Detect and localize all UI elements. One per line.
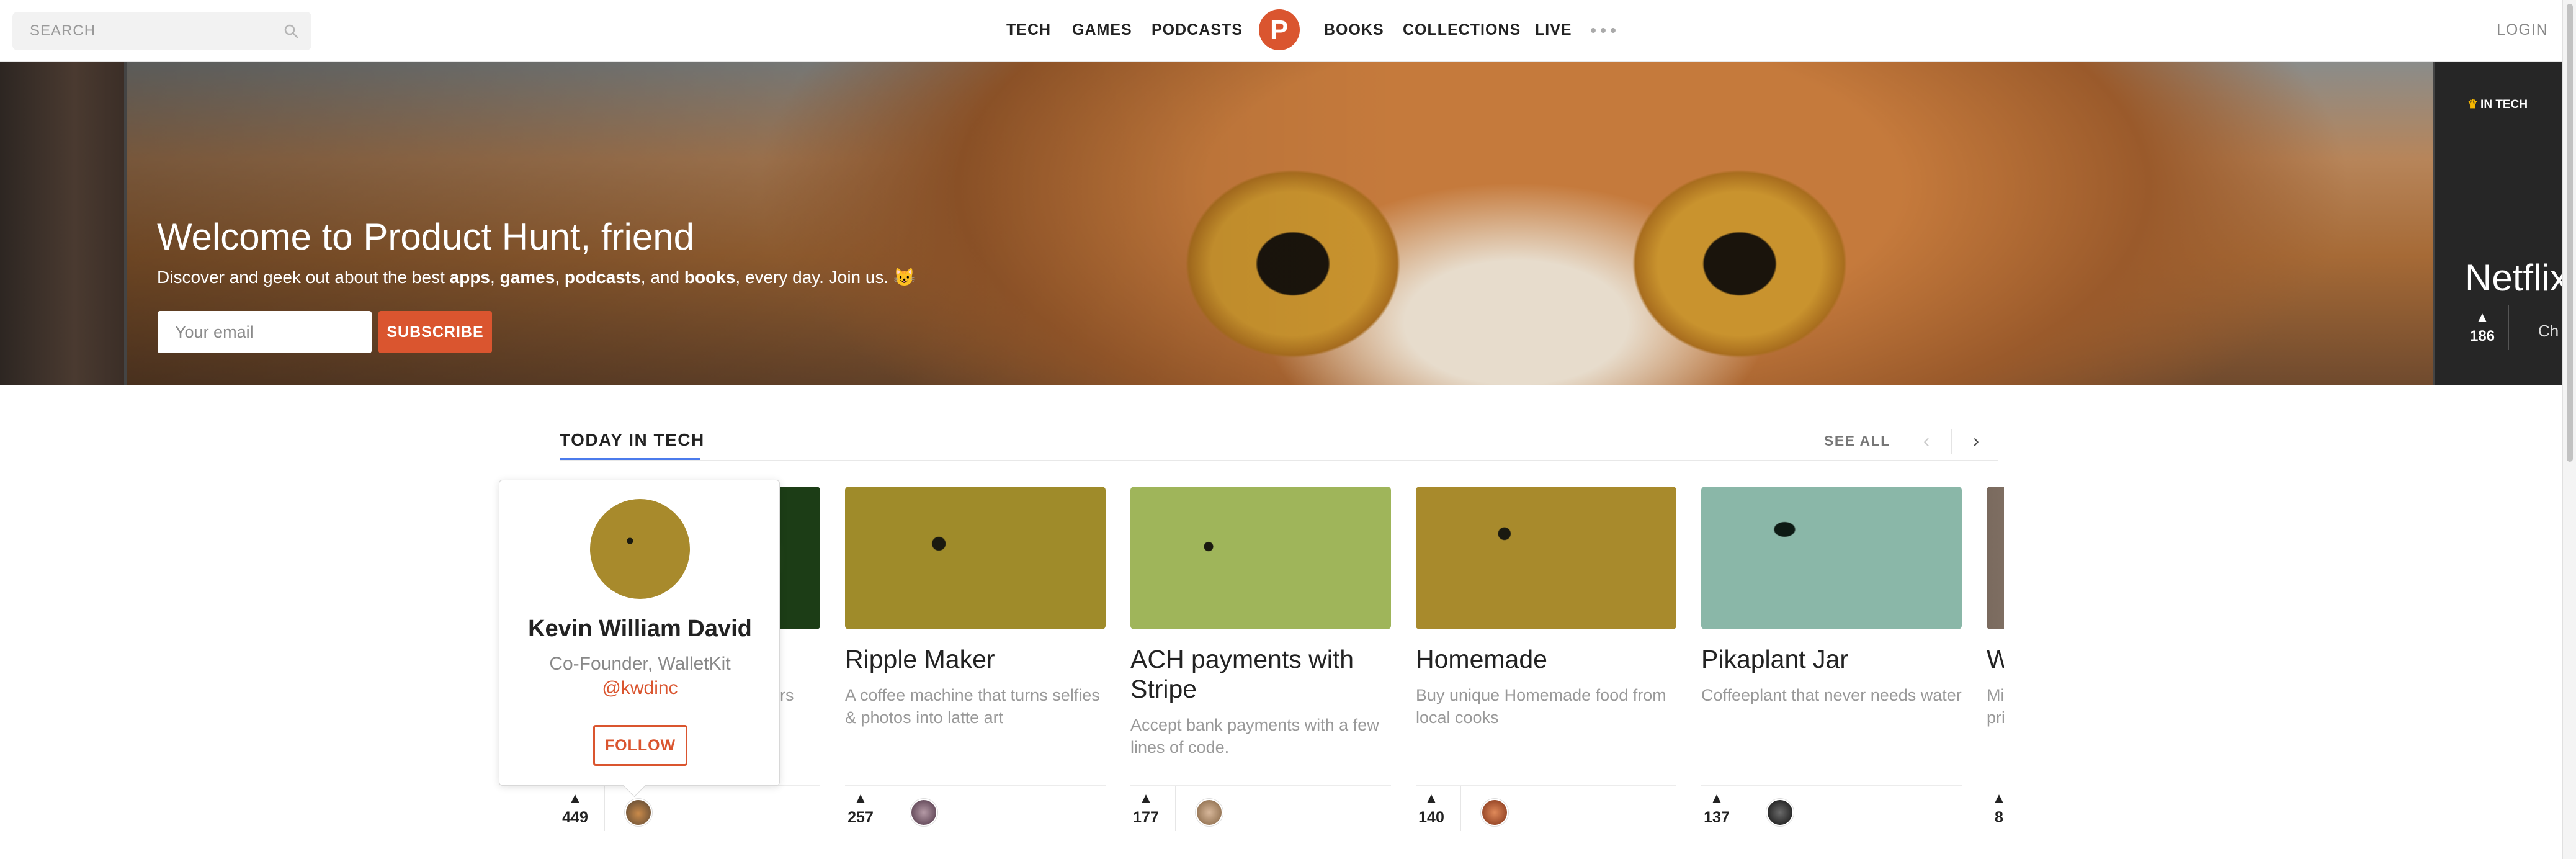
post-name[interactable]: ACH payments with Stripe — [1130, 644, 1391, 704]
avatar[interactable] — [590, 499, 690, 599]
featured-snippet: Ch — [2538, 322, 2559, 340]
upvote-button[interactable]: ▲ 140 — [1416, 791, 1447, 827]
cat-emoji-icon: 😺 — [893, 268, 915, 287]
vote-count: 137 — [1704, 809, 1730, 826]
post-card[interactable]: Homemade Buy unique Homemade food from l… — [1416, 484, 1676, 859]
more-menu-icon[interactable] — [1591, 28, 1618, 34]
post-thumbnail[interactable] — [1416, 487, 1676, 629]
nav-tech[interactable]: TECH — [1006, 21, 1051, 39]
maker-avatar[interactable] — [910, 799, 937, 826]
upvote-button[interactable]: ▲ 137 — [1701, 791, 1732, 827]
category-badge: ♛ IN TECH — [2467, 98, 2528, 111]
maker-avatar[interactable] — [1196, 799, 1223, 826]
post-carousel: ers ▲ 449 Ripple Maker A coffee machine … — [0, 484, 2004, 859]
top-header: TECH GAMES PODCASTS P BOOKS COLLECTIONS … — [0, 0, 2562, 62]
hero-title: Welcome to Product Hunt, friend — [157, 216, 694, 258]
search-box[interactable] — [12, 12, 311, 50]
vote-count: 449 — [562, 809, 588, 826]
upvote-button[interactable]: ▲ 257 — [845, 791, 876, 827]
nav-collections[interactable]: COLLECTIONS — [1403, 21, 1521, 39]
upvote-arrow-icon: ▲ — [1139, 790, 1153, 806]
hero-next-slide[interactable]: ♛ IN TECH Netflix ▲ 186 Ch — [2435, 62, 2562, 385]
page-scrollbar[interactable] — [2562, 0, 2576, 859]
login-link[interactable]: LOGIN — [2497, 21, 2548, 39]
upvote-arrow-icon: ▲ — [1710, 790, 1724, 806]
upvote-button[interactable]: ▲ 186 — [2466, 310, 2498, 345]
upvote-button[interactable]: ▲ 449 — [560, 791, 591, 827]
post-name[interactable]: Homemade — [1416, 644, 1676, 674]
post-card[interactable]: ACH payments with Stripe Accept bank pay… — [1130, 484, 1391, 859]
upvote-button[interactable]: ▲ 8 — [1987, 791, 2004, 827]
post-thumbnail[interactable] — [1701, 487, 1962, 629]
hero-subtitle: Discover and geek out about the best app… — [157, 268, 915, 287]
post-card[interactable]: Pikaplant Jar Coffeeplant that never nee… — [1701, 484, 1962, 859]
product-hunt-logo[interactable]: P — [1259, 9, 1300, 50]
post-card[interactable]: Ripple Maker A coffee machine that turns… — [845, 484, 1106, 859]
maker-avatar[interactable] — [625, 799, 652, 826]
maker-name: Kevin William David — [528, 616, 752, 642]
search-icon[interactable] — [283, 23, 299, 39]
post-description: Accept bank payments with a few lines of… — [1130, 716, 1379, 757]
upvote-arrow-icon: ▲ — [2475, 309, 2489, 325]
upvote-arrow-icon: ▲ — [568, 790, 582, 806]
logo-letter: P — [1270, 15, 1289, 45]
search-input[interactable] — [12, 12, 311, 50]
post-card[interactable]: W Mi pri ▲ 8 — [1987, 484, 2004, 859]
post-thumbnail[interactable] — [845, 487, 1106, 629]
maker-role: Co-Founder, WalletKit — [549, 654, 731, 674]
upvote-arrow-icon: ▲ — [854, 790, 867, 806]
active-tab-underline — [560, 458, 700, 460]
hero-carousel: Welcome to Product Hunt, friend Discover… — [0, 62, 2562, 385]
post-description: Buy unique Homemade food from local cook… — [1416, 686, 1666, 727]
upvote-arrow-icon: ▲ — [1992, 790, 2004, 806]
post-description: Coffeeplant that never needs water — [1701, 686, 1962, 704]
vote-count: 257 — [847, 809, 874, 826]
scrollbar-thumb[interactable] — [2567, 4, 2573, 462]
section-divider — [560, 460, 1998, 461]
post-name[interactable]: Pikaplant Jar — [1701, 644, 1962, 674]
carousel-arrows: ‹ › — [1902, 424, 2001, 459]
post-thumbnail[interactable] — [1987, 487, 2004, 629]
maker-avatar[interactable] — [1481, 799, 1508, 826]
post-thumbnail[interactable] — [1130, 487, 1391, 629]
crown-icon: ♛ — [2467, 98, 2479, 111]
upvote-button[interactable]: ▲ 177 — [1130, 791, 1161, 827]
vote-count: 186 — [2469, 328, 2495, 344]
subscribe-button[interactable]: SUBSCRIBE — [378, 311, 492, 353]
vote-count: 140 — [1418, 809, 1444, 826]
post-description: Mi pri — [1987, 686, 2004, 727]
nav-podcasts[interactable]: PODCASTS — [1152, 21, 1243, 39]
post-name[interactable]: W — [1987, 644, 2004, 674]
email-input[interactable] — [158, 311, 372, 353]
nav-games[interactable]: GAMES — [1072, 21, 1132, 39]
vote-count: 8 — [1995, 809, 2003, 826]
vote-count: 177 — [1133, 809, 1159, 826]
nav-books[interactable]: BOOKS — [1324, 21, 1384, 39]
maker-avatar[interactable] — [1766, 799, 1794, 826]
divider — [2508, 305, 2509, 350]
post-description: A coffee machine that turns selfies & ph… — [845, 686, 1100, 727]
chevron-right-icon[interactable]: › — [1964, 431, 1988, 451]
post-name[interactable]: Ripple Maker — [845, 644, 1106, 674]
upvote-arrow-icon: ▲ — [1424, 790, 1438, 806]
maker-handle-link[interactable]: @kwdinc — [499, 678, 780, 699]
follow-button[interactable]: FOLLOW — [593, 725, 687, 766]
maker-popover: Kevin William David Co-Founder, WalletKi… — [499, 480, 780, 786]
nav-live[interactable]: LIVE — [1535, 21, 1572, 39]
hero-prev-slide[interactable] — [0, 62, 124, 385]
featured-title: Netflix — [2465, 257, 2562, 299]
chevron-left-icon[interactable]: ‹ — [1914, 431, 1939, 451]
see-all-link[interactable]: SEE ALL — [1824, 433, 1890, 449]
section-title[interactable]: TODAY IN TECH — [560, 430, 705, 450]
